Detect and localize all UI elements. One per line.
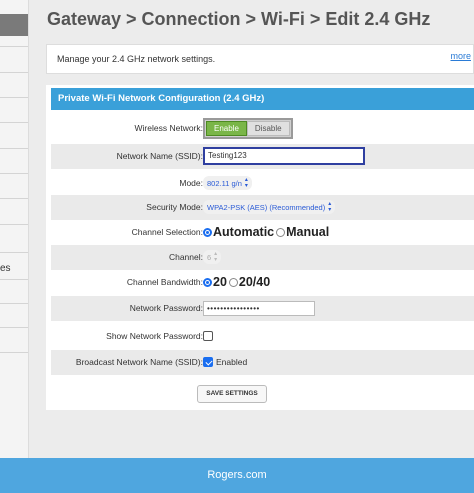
- sidebar-divider: [0, 198, 28, 199]
- disable-button[interactable]: Disable: [246, 120, 290, 136]
- wireless-network-label: Wireless Network:: [134, 123, 203, 133]
- channel-value: 6: [207, 252, 212, 262]
- broadcast-enabled-label: Enabled: [216, 357, 248, 368]
- security-mode-select[interactable]: WPA2-PSK (AES) (Recommended) ▴ ▾: [203, 200, 336, 215]
- radio-unselected-icon: [276, 227, 286, 237]
- channel-selection-label: Channel Selection:: [131, 227, 203, 237]
- sidebar-divider: [0, 279, 28, 280]
- row-channel-selection: Channel Selection: Automatic Manual: [51, 220, 474, 245]
- channel-automatic-label: Automatic: [213, 225, 275, 240]
- sidebar-divider: [0, 46, 28, 47]
- channel-select: 6 ▴ ▾: [203, 250, 222, 265]
- sidebar-divider: [0, 72, 28, 73]
- network-password-label: Network Password:: [129, 303, 203, 313]
- row-password: Network Password: ••••••••••••••••: [51, 296, 474, 321]
- sidebar-divider: [0, 252, 28, 253]
- wireless-network-toggle: Enable Disable: [203, 117, 293, 139]
- bandwidth-20-40-radio[interactable]: 20/40: [228, 275, 271, 290]
- channel-label: Channel:: [168, 252, 203, 262]
- channel-automatic-radio[interactable]: Automatic: [203, 225, 274, 239]
- panel-title: Private Wi-Fi Network Configuration (2.4…: [51, 88, 474, 110]
- ssid-input[interactable]: Testing123: [203, 147, 365, 166]
- row-mode: Mode: 802.11 g/n ▴ ▾: [51, 171, 474, 196]
- sidebar-divider: [0, 148, 28, 149]
- bandwidth-20-radio[interactable]: 20: [203, 275, 227, 289]
- broadcast-ssid-label: Broadcast Network Name (SSID):: [75, 357, 203, 367]
- sidebar-divider: [0, 303, 28, 304]
- mode-value: 802.11 g/n: [207, 178, 242, 188]
- row-show-password: Show Network Password:: [51, 324, 474, 349]
- updown-chevron-icon: ▴ ▾: [328, 201, 332, 214]
- sidebar-divider: [0, 224, 28, 225]
- channel-manual-label: Manual: [286, 225, 330, 240]
- row-channel: Channel: 6 ▴ ▾: [51, 245, 474, 270]
- bandwidth-20-40-label: 20/40: [238, 275, 271, 290]
- sidebar-divider: [0, 122, 28, 123]
- row-ssid: Network Name (SSID): Testing123: [51, 144, 474, 169]
- network-password-input[interactable]: ••••••••••••••••: [203, 300, 315, 316]
- row-wireless-network: Wireless Network: Enable Disable: [51, 116, 474, 141]
- sidebar-divider: [0, 352, 28, 353]
- channel-manual-radio[interactable]: Manual: [276, 225, 329, 239]
- security-mode-value: WPA2-PSK (AES) (Recommended): [207, 202, 326, 212]
- breadcrumb: Gateway > Connection > Wi-Fi > Edit 2.4 …: [47, 9, 431, 29]
- show-password-label: Show Network Password:: [106, 331, 203, 341]
- more-link[interactable]: more: [450, 51, 471, 61]
- wifi-config-panel: Private Wi-Fi Network Configuration (2.4…: [46, 85, 474, 410]
- sidebar-item-label[interactable]: es: [0, 263, 11, 274]
- row-bandwidth: Channel Bandwidth: 20 20/40: [51, 270, 474, 295]
- radio-selected-icon: [203, 277, 212, 287]
- info-box: Manage your 2.4 GHz network settings. mo…: [46, 44, 474, 74]
- footer-link[interactable]: Rogers.com: [207, 469, 266, 481]
- mode-select[interactable]: 802.11 g/n ▴ ▾: [203, 176, 252, 191]
- sidebar-divider: [0, 97, 28, 98]
- enable-button[interactable]: Enable: [206, 120, 247, 136]
- sidebar: es: [0, 0, 29, 458]
- ssid-label: Network Name (SSID):: [116, 151, 203, 161]
- row-security: Security Mode: WPA2-PSK (AES) (Recommend…: [51, 195, 474, 220]
- save-settings-button[interactable]: SAVE SETTINGS: [197, 385, 267, 403]
- row-broadcast: Broadcast Network Name (SSID): Enabled: [51, 350, 474, 375]
- footer: Rogers.com: [0, 458, 474, 493]
- sidebar-divider: [0, 173, 28, 174]
- updown-chevron-icon: ▴ ▾: [244, 177, 248, 190]
- radio-selected-icon: [203, 227, 212, 237]
- sidebar-active-item[interactable]: [0, 14, 28, 36]
- sidebar-divider: [0, 327, 28, 328]
- show-password-checkbox[interactable]: [203, 331, 213, 342]
- bandwidth-20-label: 20: [213, 275, 227, 290]
- broadcast-ssid-checkbox[interactable]: [203, 357, 213, 368]
- channel-bandwidth-label: Channel Bandwidth:: [126, 277, 203, 287]
- updown-chevron-icon: ▴ ▾: [214, 251, 218, 264]
- radio-unselected-icon: [228, 277, 238, 287]
- page-description: Manage your 2.4 GHz network settings.: [57, 54, 216, 64]
- mode-label: Mode:: [179, 178, 203, 188]
- security-mode-label: Security Mode:: [146, 202, 203, 212]
